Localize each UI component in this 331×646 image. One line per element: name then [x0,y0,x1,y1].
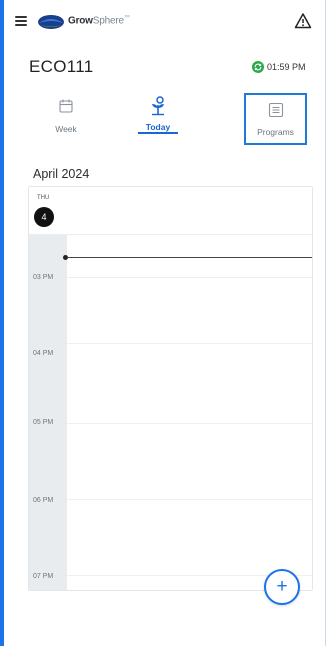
device-name: ECO111 [29,57,94,76]
calendar-day-header: THU 4 [29,187,312,235]
hour-label: 04 PM [33,350,54,357]
hour-label: 07 PM [33,573,54,580]
hour-label: 06 PM [33,497,54,504]
calendar-icon [59,99,73,113]
time-text: 01:59 PM [267,62,306,72]
hour-label: 05 PM [33,419,54,426]
day-calendar[interactable]: THU 4 03 PM 04 PM 05 PM 06 PM 07 PM [28,186,313,591]
app-logo: GrowSphere™ [37,13,130,29]
list-icon [268,102,283,118]
tab-today[interactable]: Today [127,91,189,145]
tab-today-label: Today [145,122,171,132]
logo-sphere: Sphere [92,15,124,27]
month-title: April 2024 [33,167,90,181]
logo-mark-icon [38,15,64,29]
hamburger-icon[interactable] [15,16,27,26]
current-time: 01:59 PM [252,61,306,73]
hour-line [67,423,312,424]
hour-line [67,343,312,344]
day-number[interactable]: 4 [34,207,54,227]
hour-line [67,499,312,500]
logo-grow: Grow [68,15,93,27]
add-button[interactable]: + [264,569,300,605]
sync-icon [252,61,264,73]
day-name: THU [37,195,50,201]
active-tab-indicator [138,132,178,134]
plant-icon [152,96,164,116]
tab-week[interactable]: Week [35,91,97,145]
top-bar: GrowSphere™ [4,0,325,46]
current-time-line [67,257,312,258]
logo-text: GrowSphere™ [68,15,130,26]
warning-icon[interactable] [294,12,312,30]
tab-programs[interactable]: Programs [244,93,307,145]
plus-icon: + [276,575,288,597]
time-column [29,235,67,590]
logo-trademark: ™ [123,15,130,22]
hour-line [67,277,312,278]
tab-week-label: Week [55,124,77,134]
left-frame-edge [0,0,4,646]
right-frame-edge [325,0,326,646]
tab-programs-label: Programs [257,127,294,137]
hour-label: 03 PM [33,274,54,281]
